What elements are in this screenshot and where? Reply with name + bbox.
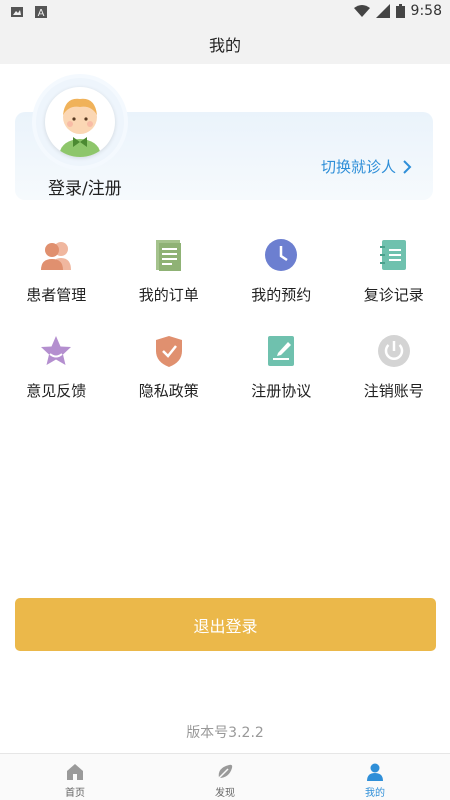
wifi-icon (353, 5, 370, 17)
menu-item-feedback[interactable]: 意见反馈 (0, 328, 113, 424)
tab-mine[interactable]: 我的 (300, 754, 450, 800)
user-icon (367, 763, 383, 781)
clock-icon (265, 239, 298, 271)
child-avatar-icon (60, 98, 100, 157)
switch-patient-label: 切换就诊人 (320, 158, 396, 176)
status-bar: A 9:58 (0, 0, 450, 24)
menu-label: 注册协议 (251, 382, 312, 400)
menu-label: 隐私政策 (138, 382, 199, 400)
menu-item-orders[interactable]: 我的订单 (113, 232, 226, 328)
power-icon (377, 335, 410, 367)
status-time: 9:58 (410, 3, 442, 19)
signal-icon (375, 4, 390, 18)
menu-row: 意见反馈 隐私政策 注册协议 注销账号 (0, 328, 450, 424)
notebook-icon (379, 240, 406, 270)
page-title: 我的 (0, 24, 450, 64)
document-edit-icon (268, 336, 295, 366)
chevron-right-icon (403, 159, 412, 174)
menu-label: 复诊记录 (363, 286, 424, 304)
logout-button[interactable]: 退出登录 (15, 598, 436, 651)
discover-icon (218, 764, 233, 779)
version-text: 版本号3.2.2 (186, 725, 264, 741)
battery-icon (395, 4, 405, 18)
patients-icon (41, 242, 72, 270)
shield-icon (155, 336, 182, 367)
tab-label: 发现 (215, 788, 235, 799)
svg-text:A: A (38, 8, 45, 19)
menu-item-privacy-policy[interactable]: 隐私政策 (113, 328, 226, 424)
tab-home[interactable]: 首页 (0, 754, 150, 800)
menu-item-registration-agreement[interactable]: 注册协议 (225, 328, 338, 424)
home-icon (67, 764, 83, 780)
bottom-tab-bar: 首页 发现 我的 (0, 753, 450, 800)
tab-discover[interactable]: 发现 (150, 754, 300, 800)
menu-item-appointments[interactable]: 我的预约 (225, 232, 338, 328)
menu-label: 注销账号 (363, 382, 424, 400)
login-register-link[interactable]: 登录/注册 (48, 174, 122, 199)
menu-label: 我的预约 (251, 286, 312, 304)
menu-item-followup-records[interactable]: 复诊记录 (338, 232, 450, 328)
switch-patient-link[interactable]: 切换就诊人 (321, 156, 412, 177)
menu-label: 意见反馈 (26, 382, 87, 400)
menu-label: 我的订单 (138, 286, 199, 304)
text-notification-icon: A (35, 6, 47, 19)
tab-label: 我的 (365, 788, 385, 799)
menu-item-cancel-account[interactable]: 注销账号 (338, 328, 450, 424)
menu-row: 患者管理 我的订单 我的预约 复诊记录 (0, 232, 450, 328)
menu-label: 患者管理 (26, 286, 87, 304)
avatar[interactable] (36, 78, 124, 166)
menu-item-patients[interactable]: 患者管理 (0, 232, 113, 328)
tab-label: 首页 (65, 788, 85, 799)
orders-icon (155, 240, 181, 271)
image-notification-icon (11, 7, 23, 17)
menu-grid: 患者管理 我的订单 我的预约 复诊记录 意见反馈 隐私政策 注册协议 注销账号 (0, 232, 450, 424)
star-icon (41, 336, 72, 365)
